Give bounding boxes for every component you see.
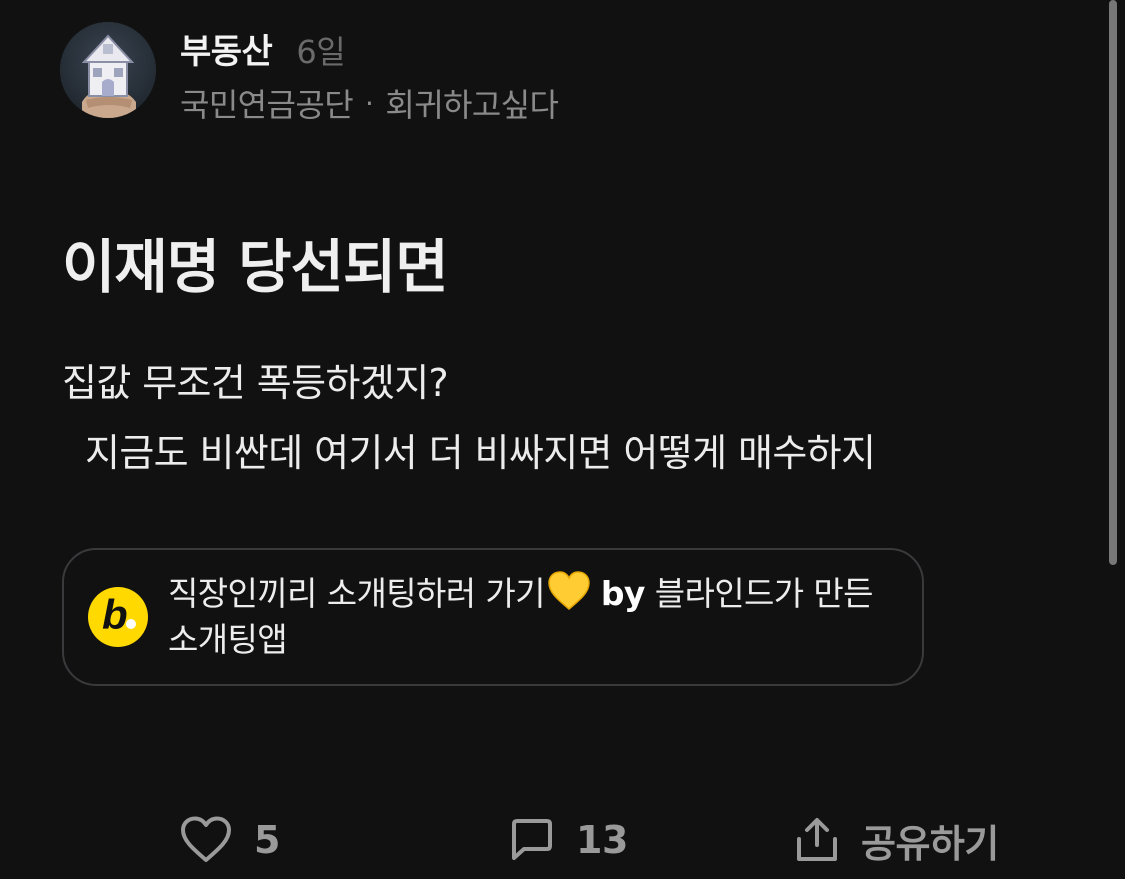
post-body-line: 집값 무조건 폭등하겠지? — [62, 361, 449, 405]
author-nickname[interactable]: 회귀하고싶다 — [385, 80, 559, 126]
heart-outline-icon — [181, 816, 231, 862]
post-age: 6일 — [296, 33, 346, 71]
board-avatar[interactable] — [60, 22, 156, 118]
post-body: 집값 무조건 폭등하겠지? 지금도 비싼데 여기서 더 비싸지면 어떻게 매수하… — [62, 348, 1062, 488]
author-line: 국민연금공단 · 회귀하고싶다 — [180, 80, 559, 126]
like-button[interactable]: 5 — [180, 805, 280, 875]
share-button[interactable]: 공유하기 — [795, 805, 999, 875]
board-line: 부동산 6일 — [180, 24, 558, 74]
house-in-hand-image — [60, 22, 156, 118]
post-title: 이재명 당선되면 — [62, 233, 449, 301]
post-body-line: 지금도 비싼데 여기서 더 비싸지면 어떻게 매수하지 — [62, 431, 876, 475]
comment-button[interactable]: 13 — [510, 805, 628, 875]
separator-dot: · — [365, 86, 374, 120]
board-name[interactable]: 부동산 — [180, 24, 273, 73]
logo-letter: b — [102, 591, 128, 638]
promo-text: 직장인끼리 소개팅하러 가기 by 블라인드가 만든 소개팅앱 — [168, 571, 898, 663]
share-label: 공유하기 — [861, 821, 999, 866]
yellow-heart-icon — [548, 571, 590, 610]
post-detail-page: 부동산 6일 국민연금공단 · 회귀하고싶다 이재명 당선되면 집값 무조건 폭… — [0, 0, 1125, 879]
action-bar: 5 13 공유하기 — [0, 805, 1125, 875]
promo-text-part1: 직장인끼리 소개팅하러 가기 — [168, 574, 546, 613]
promo-banner[interactable]: b 직장인끼리 소개팅하러 가기 by 블라인드가 만든 소개팅앱 — [62, 548, 924, 686]
blind-logo-icon: b — [88, 587, 148, 647]
author-meta: 부동산 6일 국민연금공단 · 회귀하고싶다 — [180, 22, 559, 126]
post-header: 부동산 6일 국민연금공단 · 회귀하고싶다 — [60, 22, 559, 124]
like-count: 5 — [254, 818, 280, 862]
share-upload-icon — [797, 818, 837, 861]
comment-bubble-icon — [512, 819, 552, 860]
comment-count: 13 — [576, 818, 628, 862]
company-name[interactable]: 국민연금공단 — [180, 80, 354, 126]
scrollbar[interactable] — [1109, 0, 1117, 565]
promo-text-by: by — [600, 574, 646, 613]
